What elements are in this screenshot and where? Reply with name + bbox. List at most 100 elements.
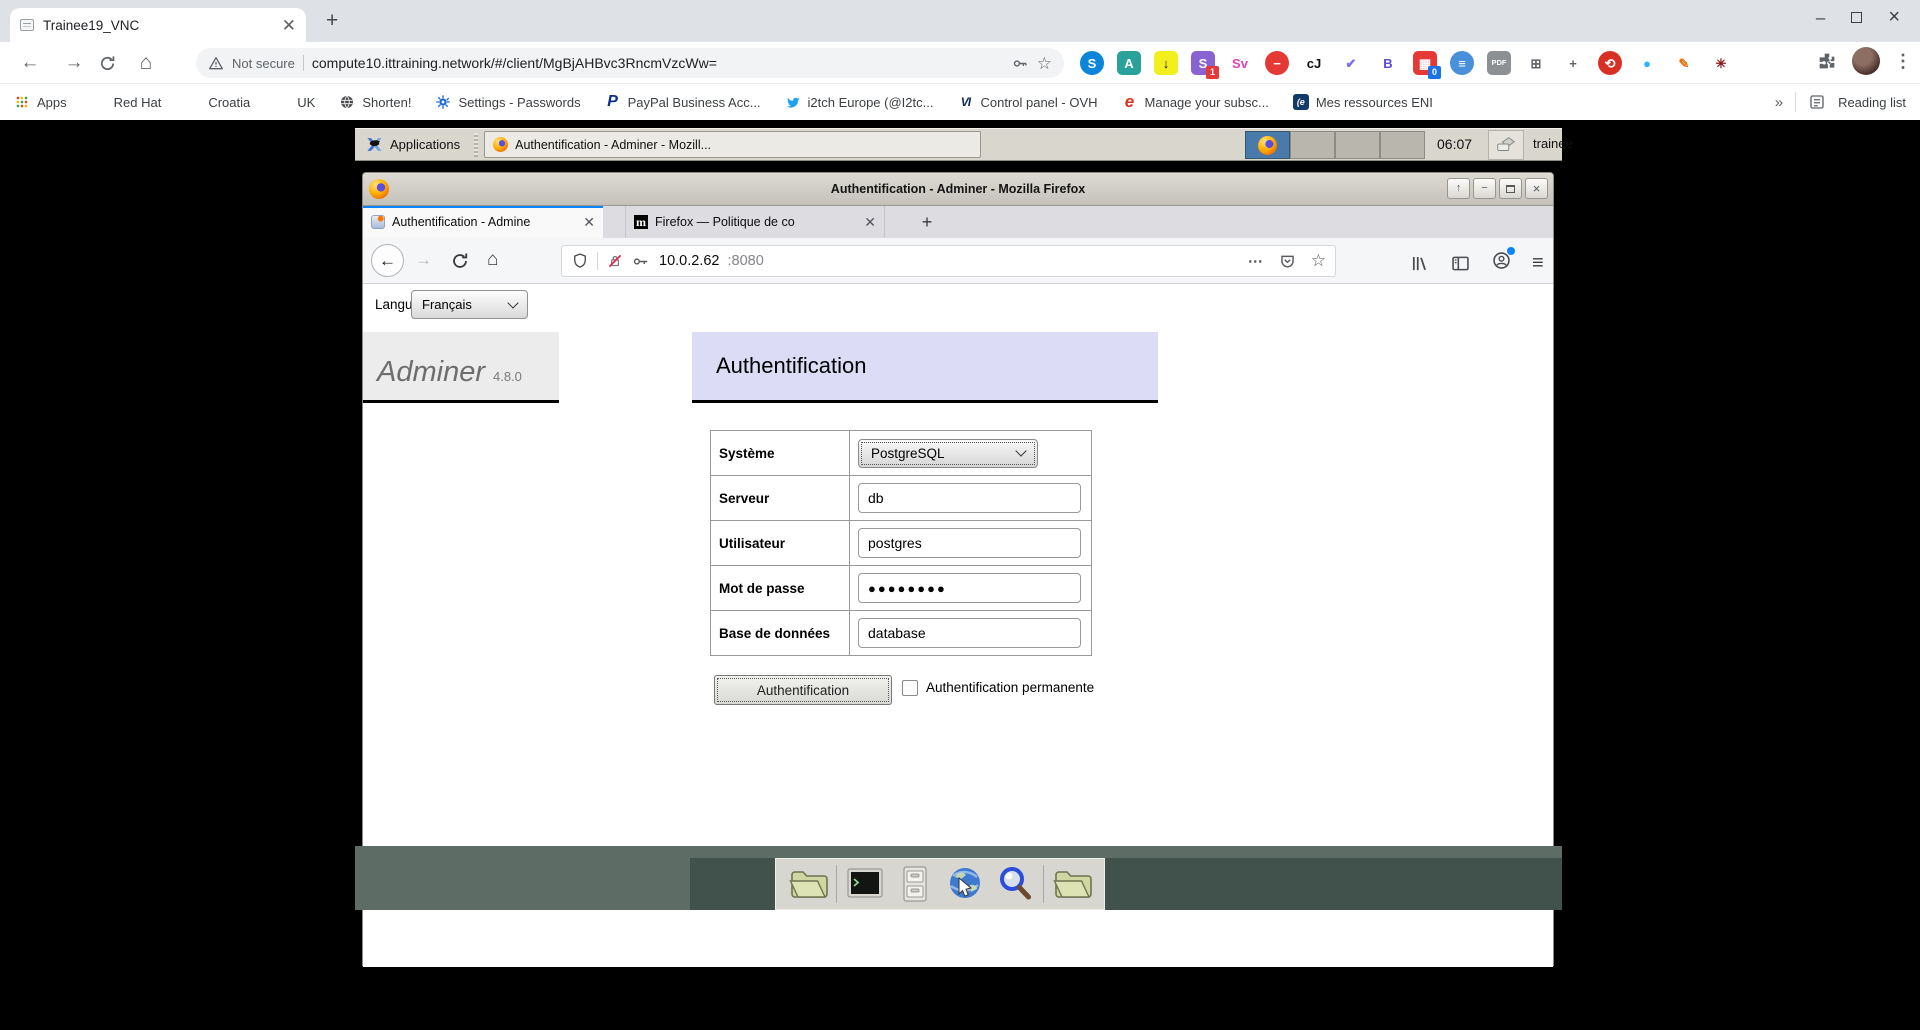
extension-sv-tool-icon[interactable]: Sv [1228, 51, 1252, 75]
extension-translate-icon[interactable]: A [1117, 51, 1141, 75]
bookmarks-overflow-chevron[interactable]: » [1775, 94, 1783, 111]
profile-avatar[interactable] [1852, 47, 1880, 75]
bookmark-paypal-business-acc[interactable]: PayPal Business Acc... [605, 94, 761, 110]
bookmark-i2tch-europe-i2tc[interactable]: i2tch Europe (@I2tc... [785, 94, 934, 110]
workspace-2[interactable] [1290, 131, 1335, 159]
extension-downloader-icon[interactable]: ↓ [1154, 51, 1178, 75]
not-secure-warning-icon[interactable] [208, 55, 224, 71]
reload-icon[interactable] [449, 250, 471, 272]
url-text[interactable]: compute10.ittraining.network/#/client/Mg… [312, 55, 1004, 71]
tab-close-icon[interactable]: ✕ [864, 214, 876, 231]
extension-grid-red-icon[interactable]: ▦0 [1413, 51, 1437, 75]
dock-folder-button[interactable] [786, 862, 830, 906]
panel-tool-button[interactable] [1488, 130, 1524, 160]
forward-icon[interactable]: → [61, 51, 87, 75]
database-input[interactable] [858, 618, 1081, 648]
extension-drop-icon[interactable]: ● [1635, 51, 1659, 75]
workspace-1[interactable] [1245, 131, 1290, 159]
dock-folder-button[interactable] [1050, 862, 1094, 906]
extension-checkmark-icon[interactable]: ✔ [1339, 51, 1363, 75]
dock-cabinet-button[interactable] [893, 862, 937, 906]
close-icon[interactable]: × [1888, 7, 1900, 27]
workspace-3[interactable] [1335, 131, 1380, 159]
bookmark-control-panel-ovh[interactable]: Control panel - OVH [957, 94, 1097, 110]
dock-globe-button[interactable] [943, 862, 987, 906]
extension-pen-cj-icon[interactable]: cJ [1302, 51, 1326, 75]
back-icon[interactable]: ← [17, 51, 43, 75]
address-bar[interactable]: Not secure compute10.ittraining.network/… [196, 48, 1064, 78]
username-input[interactable] [858, 528, 1081, 558]
firefox-tab-policy[interactable]: m Firefox — Politique de co ✕ [625, 206, 885, 238]
workspace-4[interactable] [1380, 131, 1425, 159]
account-icon[interactable] [1491, 250, 1512, 276]
maximize-icon[interactable] [1851, 12, 1862, 23]
password-key-icon[interactable] [1012, 55, 1029, 72]
extension-stack-icon[interactable]: ≡ [1450, 51, 1474, 75]
maximize-button[interactable] [1499, 178, 1522, 199]
taskbar-window-button[interactable]: Authentification - Adminer - Mozill... [484, 131, 981, 158]
login-button[interactable]: Authentification [714, 675, 892, 705]
extension-vpn-icon[interactable]: − [1265, 51, 1289, 75]
new-tab-icon[interactable]: + [915, 210, 939, 234]
dock-terminal-button[interactable] [843, 862, 887, 906]
reload-icon[interactable] [97, 53, 118, 74]
reading-list-icon[interactable] [1808, 93, 1826, 111]
dock-search-button[interactable] [993, 862, 1037, 906]
extension-snowflake-icon[interactable]: ✳ [1709, 51, 1733, 75]
bookmark-star-icon[interactable]: ☆ [1311, 251, 1326, 271]
extension-plus-icon[interactable]: + [1561, 51, 1585, 75]
tab-close-icon[interactable]: ✕ [583, 214, 595, 231]
system-select[interactable]: PostgreSQL [858, 439, 1038, 468]
extension-tiles-icon[interactable]: ⊞ [1524, 51, 1548, 75]
extension-sessionbox-icon[interactable]: S1 [1191, 51, 1215, 75]
extension-history-icon[interactable]: ⟲ [1598, 51, 1622, 75]
apps-shortcut[interactable]: Apps [14, 94, 67, 110]
password-input[interactable] [858, 573, 1081, 603]
sidebar-icon[interactable] [1450, 253, 1471, 274]
extension-marker-icon[interactable]: ✎ [1672, 51, 1696, 75]
applications-menu[interactable]: Applications [355, 129, 470, 160]
server-input[interactable] [858, 483, 1081, 513]
bookmark-mes-ressources-eni[interactable]: Mes ressources ENI [1293, 94, 1433, 110]
back-button[interactable]: ← [371, 244, 404, 277]
bookmark-red-hat[interactable]: Red Hat [91, 94, 162, 110]
bookmark-star-icon[interactable]: ☆ [1037, 55, 1052, 72]
extension-pdf-icon[interactable]: PDF [1487, 51, 1511, 75]
forward-icon[interactable]: → [415, 250, 432, 270]
pocket-icon[interactable] [1278, 252, 1297, 271]
permanent-login-checkbox[interactable] [902, 680, 918, 696]
search-icon [995, 864, 1035, 904]
tab-close-icon[interactable]: ✕ [282, 17, 296, 34]
extension-b-vault-icon[interactable]: B [1376, 51, 1400, 75]
insecure-lock-icon[interactable] [606, 252, 624, 270]
minimize-button[interactable]: − [1473, 178, 1496, 199]
bookmark-settings-passwords[interactable]: Settings - Passwords [435, 94, 580, 110]
login-key-icon[interactable] [632, 252, 651, 271]
reading-list-label[interactable]: Reading list [1838, 95, 1906, 110]
firefox-tab-bar: Authentification - Admine ✕ m Firefox — … [363, 206, 1553, 238]
url-host[interactable]: 10.0.2.62 [659, 253, 719, 269]
bookmark-croatia[interactable]: Croatia [185, 94, 250, 110]
firefox-tab-adminer[interactable]: Authentification - Admine ✕ [363, 206, 603, 238]
bookmark-manage-your-subsc[interactable]: Manage your subsc... [1122, 94, 1269, 110]
bookmark-uk[interactable]: UK [274, 94, 315, 110]
language-select[interactable]: Français [411, 290, 528, 319]
browser-tab[interactable]: Trainee19_VNC ✕ [10, 8, 306, 42]
close-button[interactable]: × [1525, 178, 1548, 199]
library-icon[interactable] [1409, 253, 1430, 274]
shade-button[interactable]: ↑ [1447, 178, 1470, 199]
adminer-brand[interactable]: Adminer [377, 356, 485, 389]
tracking-shield-icon[interactable] [571, 252, 589, 270]
url-bar[interactable]: 10.0.2.62:8080 ⋯ ☆ [561, 245, 1336, 277]
firefox-titlebar[interactable]: Authentification - Adminer - Mozilla Fir… [363, 173, 1553, 206]
menu-icon[interactable]: ≡ [1532, 253, 1544, 273]
extension-skype-icon[interactable]: S [1080, 51, 1104, 75]
extensions-puzzle-icon[interactable] [1816, 50, 1838, 72]
new-tab-button[interactable]: + [326, 9, 338, 33]
bookmark-shorten[interactable]: Shorten! [339, 94, 411, 110]
browser-menu-icon[interactable]: ⋮ [1894, 51, 1912, 72]
home-icon[interactable]: ⌂ [487, 249, 498, 271]
minimize-icon[interactable]: – [1816, 9, 1825, 26]
home-icon[interactable]: ⌂ [133, 51, 159, 75]
page-actions-icon[interactable]: ⋯ [1248, 252, 1264, 270]
